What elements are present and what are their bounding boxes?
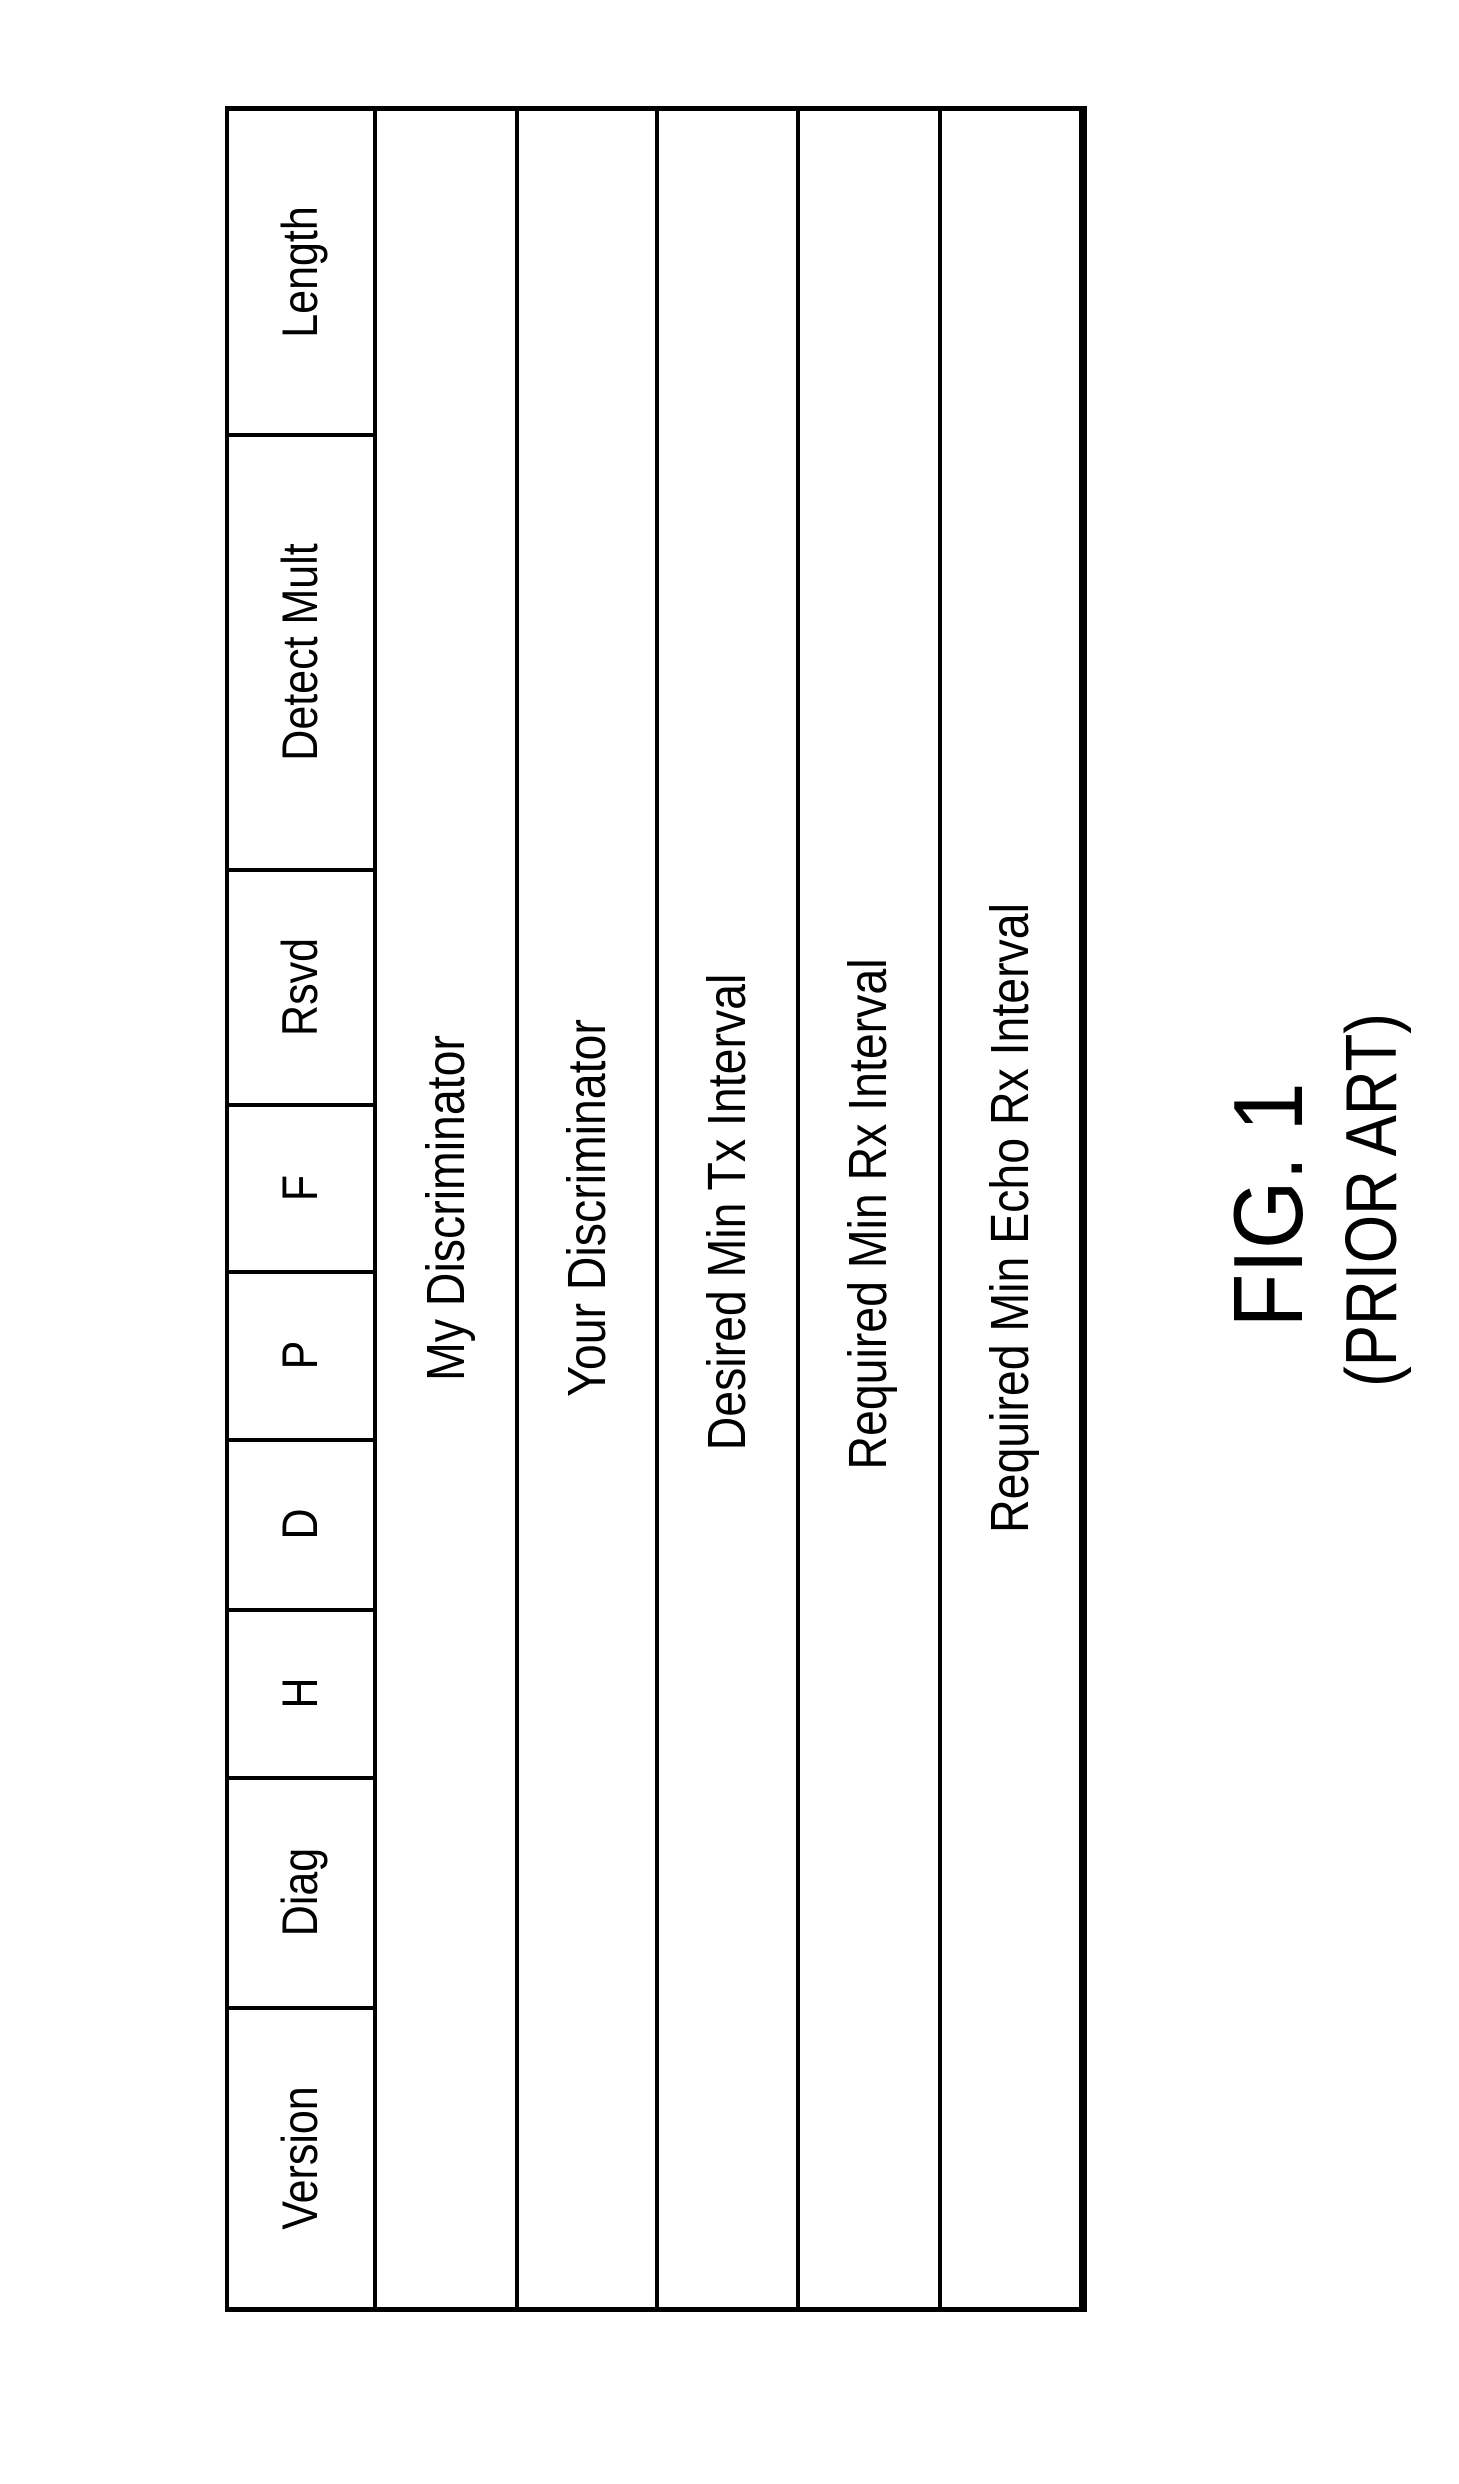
- field-divider: [225, 1103, 375, 1107]
- row-desired-min-tx-interval: Desired Min Tx Interval: [697, 973, 757, 1451]
- field-f: F: [272, 1174, 328, 1202]
- field-divider: [225, 1776, 375, 1780]
- field-h: H: [272, 1677, 328, 1709]
- column-divider: [938, 106, 942, 2312]
- row-my-discriminator: My Discriminator: [416, 1035, 476, 1381]
- field-divider: [225, 2006, 375, 2010]
- field-length: Length: [272, 206, 328, 338]
- field-divider: [225, 433, 375, 437]
- field-version: Version: [272, 2086, 328, 2230]
- field-rsvd: Rsvd: [272, 938, 328, 1036]
- column-divider: [796, 106, 800, 2312]
- field-divider: [225, 868, 375, 872]
- figure-subtitle: (PRIOR ART): [1332, 1013, 1412, 1387]
- field-d: D: [272, 1508, 328, 1540]
- figure-title: FIG. 1: [1213, 1082, 1323, 1328]
- row-your-discriminator: Your Discriminator: [557, 1019, 617, 1397]
- column-divider: [655, 106, 659, 2312]
- field-diag: Diag: [272, 1847, 328, 1937]
- field-divider: [225, 1270, 375, 1274]
- field-detect-mult: Detect Mult: [272, 543, 328, 761]
- row-required-min-rx-interval: Required Min Rx Interval: [838, 958, 898, 1470]
- field-p: P: [272, 1340, 328, 1370]
- field-divider: [225, 1608, 375, 1612]
- field-divider: [225, 1438, 375, 1442]
- column-divider: [515, 106, 519, 2312]
- row-required-min-echo-rx-interval: Required Min Echo Rx Interval: [980, 903, 1040, 1533]
